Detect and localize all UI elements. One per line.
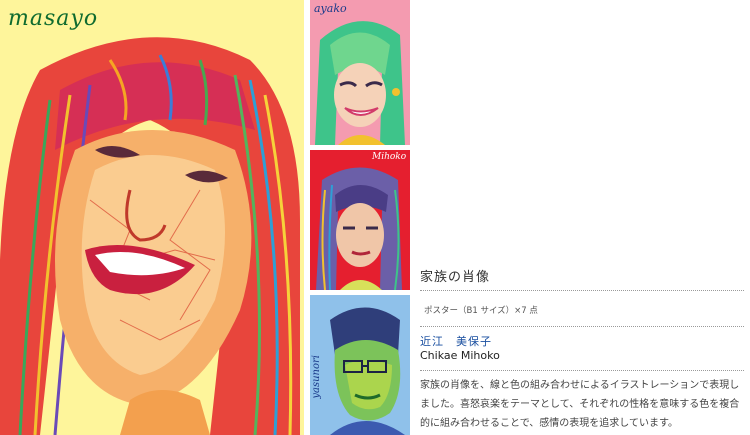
panel1-signature: ayako bbox=[314, 2, 347, 15]
main-portrait-illustration bbox=[0, 37, 300, 435]
divider bbox=[420, 326, 744, 327]
info-block: 家族の肖像 ポスター（B1 サイズ）×7 点 近江 美保子 Chikae Mih… bbox=[420, 0, 744, 435]
portrait-mihoko-illustration bbox=[316, 167, 402, 290]
work-title: 家族の肖像 bbox=[420, 270, 491, 285]
divider bbox=[420, 370, 744, 371]
portrait-yasunori-illustration bbox=[330, 307, 405, 435]
portrait-ayako-illustration bbox=[315, 21, 405, 145]
portrait-panel-ayako: ayako bbox=[310, 0, 410, 145]
portrait-panel-mihoko: Mihoko bbox=[310, 150, 410, 290]
main-portrait: masayo bbox=[0, 0, 304, 435]
divider bbox=[420, 290, 744, 291]
artist-name-jp: 近江 美保子 bbox=[420, 335, 492, 348]
panel3-signature: yasunori bbox=[311, 355, 322, 399]
portrait-panel-yasunori: yasunori bbox=[310, 295, 410, 435]
artist-name-en: Chikae Mihoko bbox=[420, 349, 500, 362]
main-signature: masayo bbox=[8, 6, 99, 31]
work-description: 家族の肖像を、線と色の組み合わせによるイラストレーションで表現しました。喜怒哀楽… bbox=[420, 380, 740, 429]
work-spec: ポスター（B1 サイズ）×7 点 bbox=[424, 306, 538, 316]
panel2-signature: Mihoko bbox=[372, 152, 407, 162]
